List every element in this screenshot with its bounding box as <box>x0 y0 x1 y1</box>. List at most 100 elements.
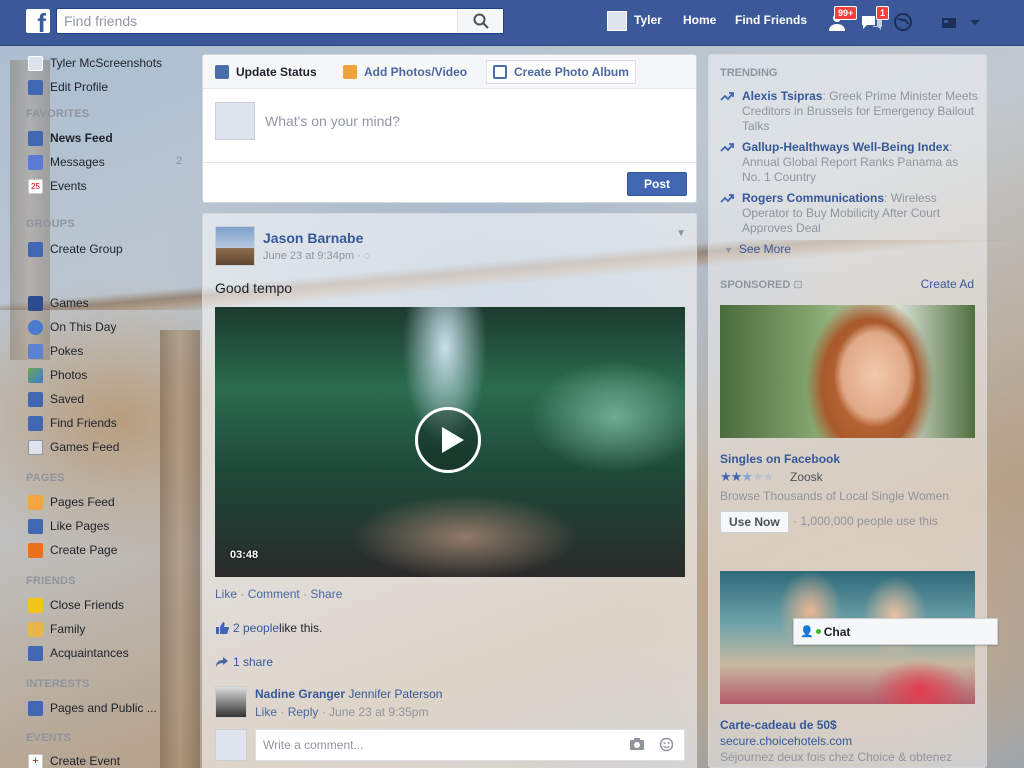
sidebar-item-messages[interactable]: Messages <box>28 153 193 171</box>
friend-requests-button[interactable]: 99+ <box>828 6 858 33</box>
ad-image[interactable] <box>720 305 975 438</box>
calendar-icon: 25 <box>28 178 43 194</box>
play-icon[interactable] <box>415 407 481 473</box>
find-friends-link[interactable]: Find Friends <box>735 13 807 27</box>
tab-create-album[interactable]: Create Photo Album <box>486 60 636 84</box>
comment-tagged-user[interactable]: Jennifer Paterson <box>348 687 442 701</box>
sidebar-item-games-feed[interactable]: Games Feed <box>28 438 193 456</box>
trending-item[interactable]: Rogers Communications: Wireless Operator… <box>720 191 978 236</box>
emoji-icon[interactable] <box>659 737 675 752</box>
comment-like-link[interactable]: Like <box>255 705 277 719</box>
ad-title[interactable]: Carte-cadeau de 50$ <box>720 718 837 732</box>
edit-profile-link[interactable]: Edit Profile <box>28 78 193 96</box>
chat-tab[interactable]: 👤 Chat <box>793 618 998 645</box>
top-bar: f Tyler Home Find Friends 99+ 1 <box>0 0 1024 46</box>
pokes-label: Pokes <box>50 344 84 358</box>
friend-requests-badge: 99+ <box>834 6 858 20</box>
comment-link[interactable]: Comment <box>248 587 300 601</box>
current-user-avatar <box>215 729 247 761</box>
sidebar-item-pages-public[interactable]: Pages and Public ... <box>28 699 193 717</box>
post-author[interactable]: Jason Barnabe <box>263 230 363 246</box>
like-link[interactable]: Like <box>215 587 237 601</box>
video-player[interactable]: 03:48 <box>215 307 685 577</box>
ad-title[interactable]: Singles on Facebook <box>720 452 840 466</box>
globe-icon <box>894 13 912 31</box>
post-options-chevron-icon[interactable]: ▼ <box>676 228 686 239</box>
privacy-shortcuts-button[interactable] <box>940 11 964 33</box>
star-icon: ★ <box>741 469 753 484</box>
sidebar-item-close-friends[interactable]: Close Friends <box>28 596 193 614</box>
profile-link[interactable]: Tyler McScreenshots <box>28 54 193 72</box>
account-menu-button[interactable] <box>968 11 992 33</box>
search-button[interactable] <box>457 9 503 33</box>
status-input[interactable] <box>265 107 685 135</box>
author-avatar[interactable] <box>215 226 255 266</box>
sidebar-item-acquaintances[interactable]: Acquaintances <box>28 644 193 662</box>
likes-people-link[interactable]: 2 people <box>233 621 279 635</box>
see-more-label: See More <box>738 242 791 256</box>
sidebar-item-pages-feed[interactable]: Pages Feed <box>28 493 193 511</box>
commenter-avatar[interactable] <box>215 686 247 718</box>
post-actions: Like · Comment · Share <box>215 587 343 601</box>
family-label: Family <box>50 622 86 636</box>
clock-icon <box>28 319 43 335</box>
sidebar-item-find-friends[interactable]: Find Friends <box>28 414 193 432</box>
sidebar-item-events[interactable]: 25 Events <box>28 177 193 195</box>
likes-summary: 2 people like this. <box>215 617 685 639</box>
ad-social-context: · 1,000,000 people use this <box>793 514 938 528</box>
camera-icon[interactable] <box>629 737 645 751</box>
create-ad-link[interactable]: Create Ad <box>921 277 974 291</box>
trending-item[interactable]: Gallup-Healthways Well-Being Index: Annu… <box>720 140 978 185</box>
see-more-link[interactable]: ▼ See More <box>724 242 791 256</box>
sidebar-item-games[interactable]: Games <box>28 294 193 312</box>
feed-post: Jason Barnabe June 23 at 9:34pm · ◌ ▼ Go… <box>202 213 697 768</box>
pencil-icon <box>215 65 229 79</box>
ad-url[interactable]: secure.choicehotels.com <box>720 734 852 748</box>
post-timestamp[interactable]: June 23 at 9:34pm · ◌ <box>263 250 370 262</box>
globe-icon: ◌ <box>363 250 371 262</box>
games-feed-label: Games Feed <box>50 440 120 454</box>
trending-title[interactable]: Rogers Communications <box>742 191 884 205</box>
composer-avatar <box>215 102 255 140</box>
album-icon <box>493 65 507 79</box>
comment-input[interactable] <box>255 729 685 761</box>
online-dot <box>815 629 821 634</box>
sidebar-item-news-feed[interactable]: News Feed <box>28 129 193 147</box>
tab-update-status[interactable]: Update Status <box>209 60 323 84</box>
pages-public-label: Pages and Public ... <box>50 701 157 715</box>
sidebar-item-on-this-day[interactable]: On This Day <box>28 318 193 336</box>
sidebar-item-photos[interactable]: Photos <box>28 366 193 384</box>
trending-item[interactable]: Alexis Tsipras: Greek Prime Minister Mee… <box>720 89 978 134</box>
tab-add-photos[interactable]: Add Photos/Video <box>337 60 473 84</box>
home-link[interactable]: Home <box>683 13 716 27</box>
profile-link[interactable]: Tyler <box>634 13 662 27</box>
messages-button[interactable]: 1 <box>860 6 890 33</box>
comment-header: Nadine Granger Jennifer Paterson <box>255 687 442 701</box>
sidebar-item-saved[interactable]: Saved <box>28 390 193 408</box>
facebook-logo[interactable]: f <box>26 9 50 33</box>
create-page-icon <box>28 542 43 558</box>
shares-link[interactable]: 1 share <box>233 655 273 669</box>
use-now-button[interactable]: Use Now <box>720 511 789 533</box>
search-box <box>56 8 504 34</box>
notifications-button[interactable] <box>892 11 916 33</box>
share-link[interactable]: Share <box>310 587 342 601</box>
trending-title[interactable]: Gallup-Healthways Well-Being Index <box>742 140 949 154</box>
sidebar-item-like-pages[interactable]: Like Pages <box>28 517 193 535</box>
comment-reply-link[interactable]: Reply <box>288 705 319 719</box>
trending-title[interactable]: Alexis Tsipras <box>742 89 822 103</box>
pages-heading: PAGES <box>26 472 65 484</box>
comment-author[interactable]: Nadine Granger <box>255 687 345 701</box>
post-button[interactable]: Post <box>627 172 687 196</box>
post-text: Good tempo <box>215 280 293 296</box>
sidebar-item-family[interactable]: Family <box>28 620 193 638</box>
sidebar-item-create-page[interactable]: Create Page <box>28 541 193 559</box>
user-avatar[interactable] <box>607 11 627 31</box>
sidebar-item-create-group[interactable]: Create Group <box>28 240 193 258</box>
create-event-label: Create Event <box>50 754 121 768</box>
search-input[interactable] <box>57 9 457 33</box>
camera-icon <box>343 65 357 79</box>
sidebar-item-create-event[interactable]: + Create Event <box>28 752 193 768</box>
acquaintances-label: Acquaintances <box>50 646 129 660</box>
sidebar-item-pokes[interactable]: Pokes <box>28 342 193 360</box>
